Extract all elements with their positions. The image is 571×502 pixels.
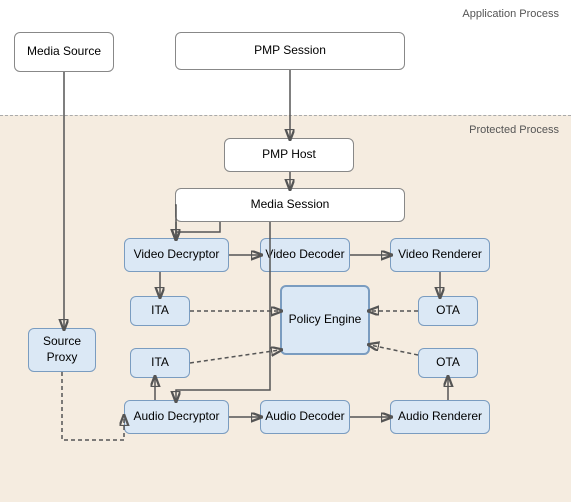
app-process-label: Application Process [462, 8, 559, 20]
audio-renderer-box: Audio Renderer [390, 400, 490, 434]
ita-bottom-box: ITA [130, 348, 190, 378]
video-renderer-box: Video Renderer [390, 238, 490, 272]
video-decryptor-box: Video Decryptor [124, 238, 229, 272]
video-decoder-box: Video Decoder [260, 238, 350, 272]
policy-engine-box: Policy Engine [280, 285, 370, 355]
source-proxy-box: Source Proxy [28, 328, 96, 372]
media-session-box: Media Session [175, 188, 405, 222]
protected-process-label: Protected Process [469, 124, 559, 136]
ota-bottom-box: OTA [418, 348, 478, 378]
audio-decoder-box: Audio Decoder [260, 400, 350, 434]
media-source-box: Media Source [14, 32, 114, 72]
ita-top-box: ITA [130, 296, 190, 326]
audio-decryptor-box: Audio Decryptor [124, 400, 229, 434]
ota-top-box: OTA [418, 296, 478, 326]
pmp-session-box: PMP Session [175, 32, 405, 70]
pmp-host-box: PMP Host [224, 138, 354, 172]
